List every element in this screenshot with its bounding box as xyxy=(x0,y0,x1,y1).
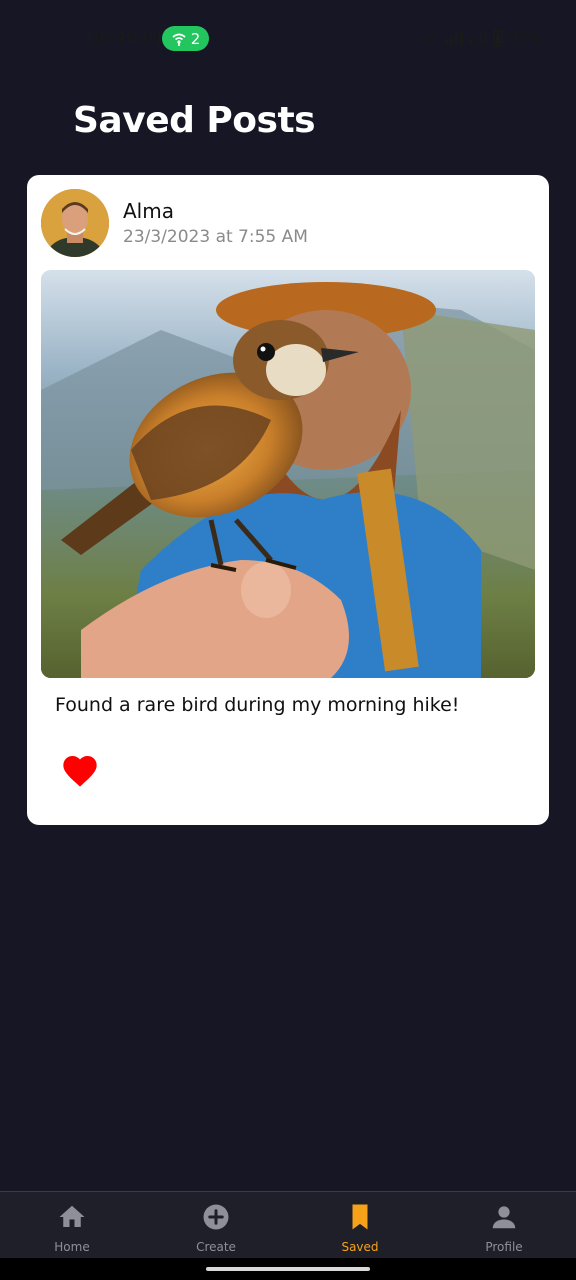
status-time: 08:40:01 xyxy=(88,28,165,48)
status-indicators: 0.40 KB/S 93% xyxy=(420,28,542,48)
nav-saved[interactable]: Saved xyxy=(288,1192,432,1258)
plus-circle-icon xyxy=(203,1204,229,1230)
nav-create[interactable]: Create xyxy=(144,1192,288,1258)
post-image[interactable] xyxy=(41,270,535,678)
nav-label-saved: Saved xyxy=(341,1240,379,1254)
nav-home[interactable]: Home xyxy=(0,1192,144,1258)
network-speed: 0.40 KB/S xyxy=(420,29,439,46)
avatar[interactable] xyxy=(41,189,109,257)
hotspot-count: 2 xyxy=(190,29,201,48)
nav-profile[interactable]: Profile xyxy=(432,1192,576,1258)
signal-icon xyxy=(444,31,463,45)
post-caption: Found a rare bird during my morning hike… xyxy=(55,694,460,716)
status-bar: 08:40:01 2 0.40 KB/S 93% xyxy=(0,0,576,78)
nav-label-home: Home xyxy=(54,1240,90,1254)
person-icon xyxy=(492,1206,516,1229)
home-icon xyxy=(59,1205,85,1227)
battery-icon xyxy=(492,29,503,47)
post-timestamp: 23/3/2023 at 7:55 AM xyxy=(123,227,308,247)
nav-label-create: Create xyxy=(196,1240,236,1254)
hotspot-icon xyxy=(172,33,186,46)
bird-photo xyxy=(41,270,535,678)
heart-icon xyxy=(63,756,97,787)
gesture-area xyxy=(0,1258,576,1280)
signal-icon-2 xyxy=(468,31,487,45)
battery-percent: 93% xyxy=(508,29,542,47)
avatar-image xyxy=(41,189,109,257)
bottom-nav: Home Create Saved Profile xyxy=(0,1191,576,1258)
page-title: Saved Posts xyxy=(73,100,316,141)
like-button[interactable] xyxy=(60,751,100,791)
author-name[interactable]: Alma xyxy=(123,199,174,223)
gesture-handle[interactable] xyxy=(206,1267,370,1271)
nav-label-profile: Profile xyxy=(485,1240,523,1254)
bookmark-icon xyxy=(352,1204,368,1230)
hotspot-badge: 2 xyxy=(162,26,209,51)
post-card: Alma 23/3/2023 at 7:55 AM Found a rare b… xyxy=(27,175,549,825)
